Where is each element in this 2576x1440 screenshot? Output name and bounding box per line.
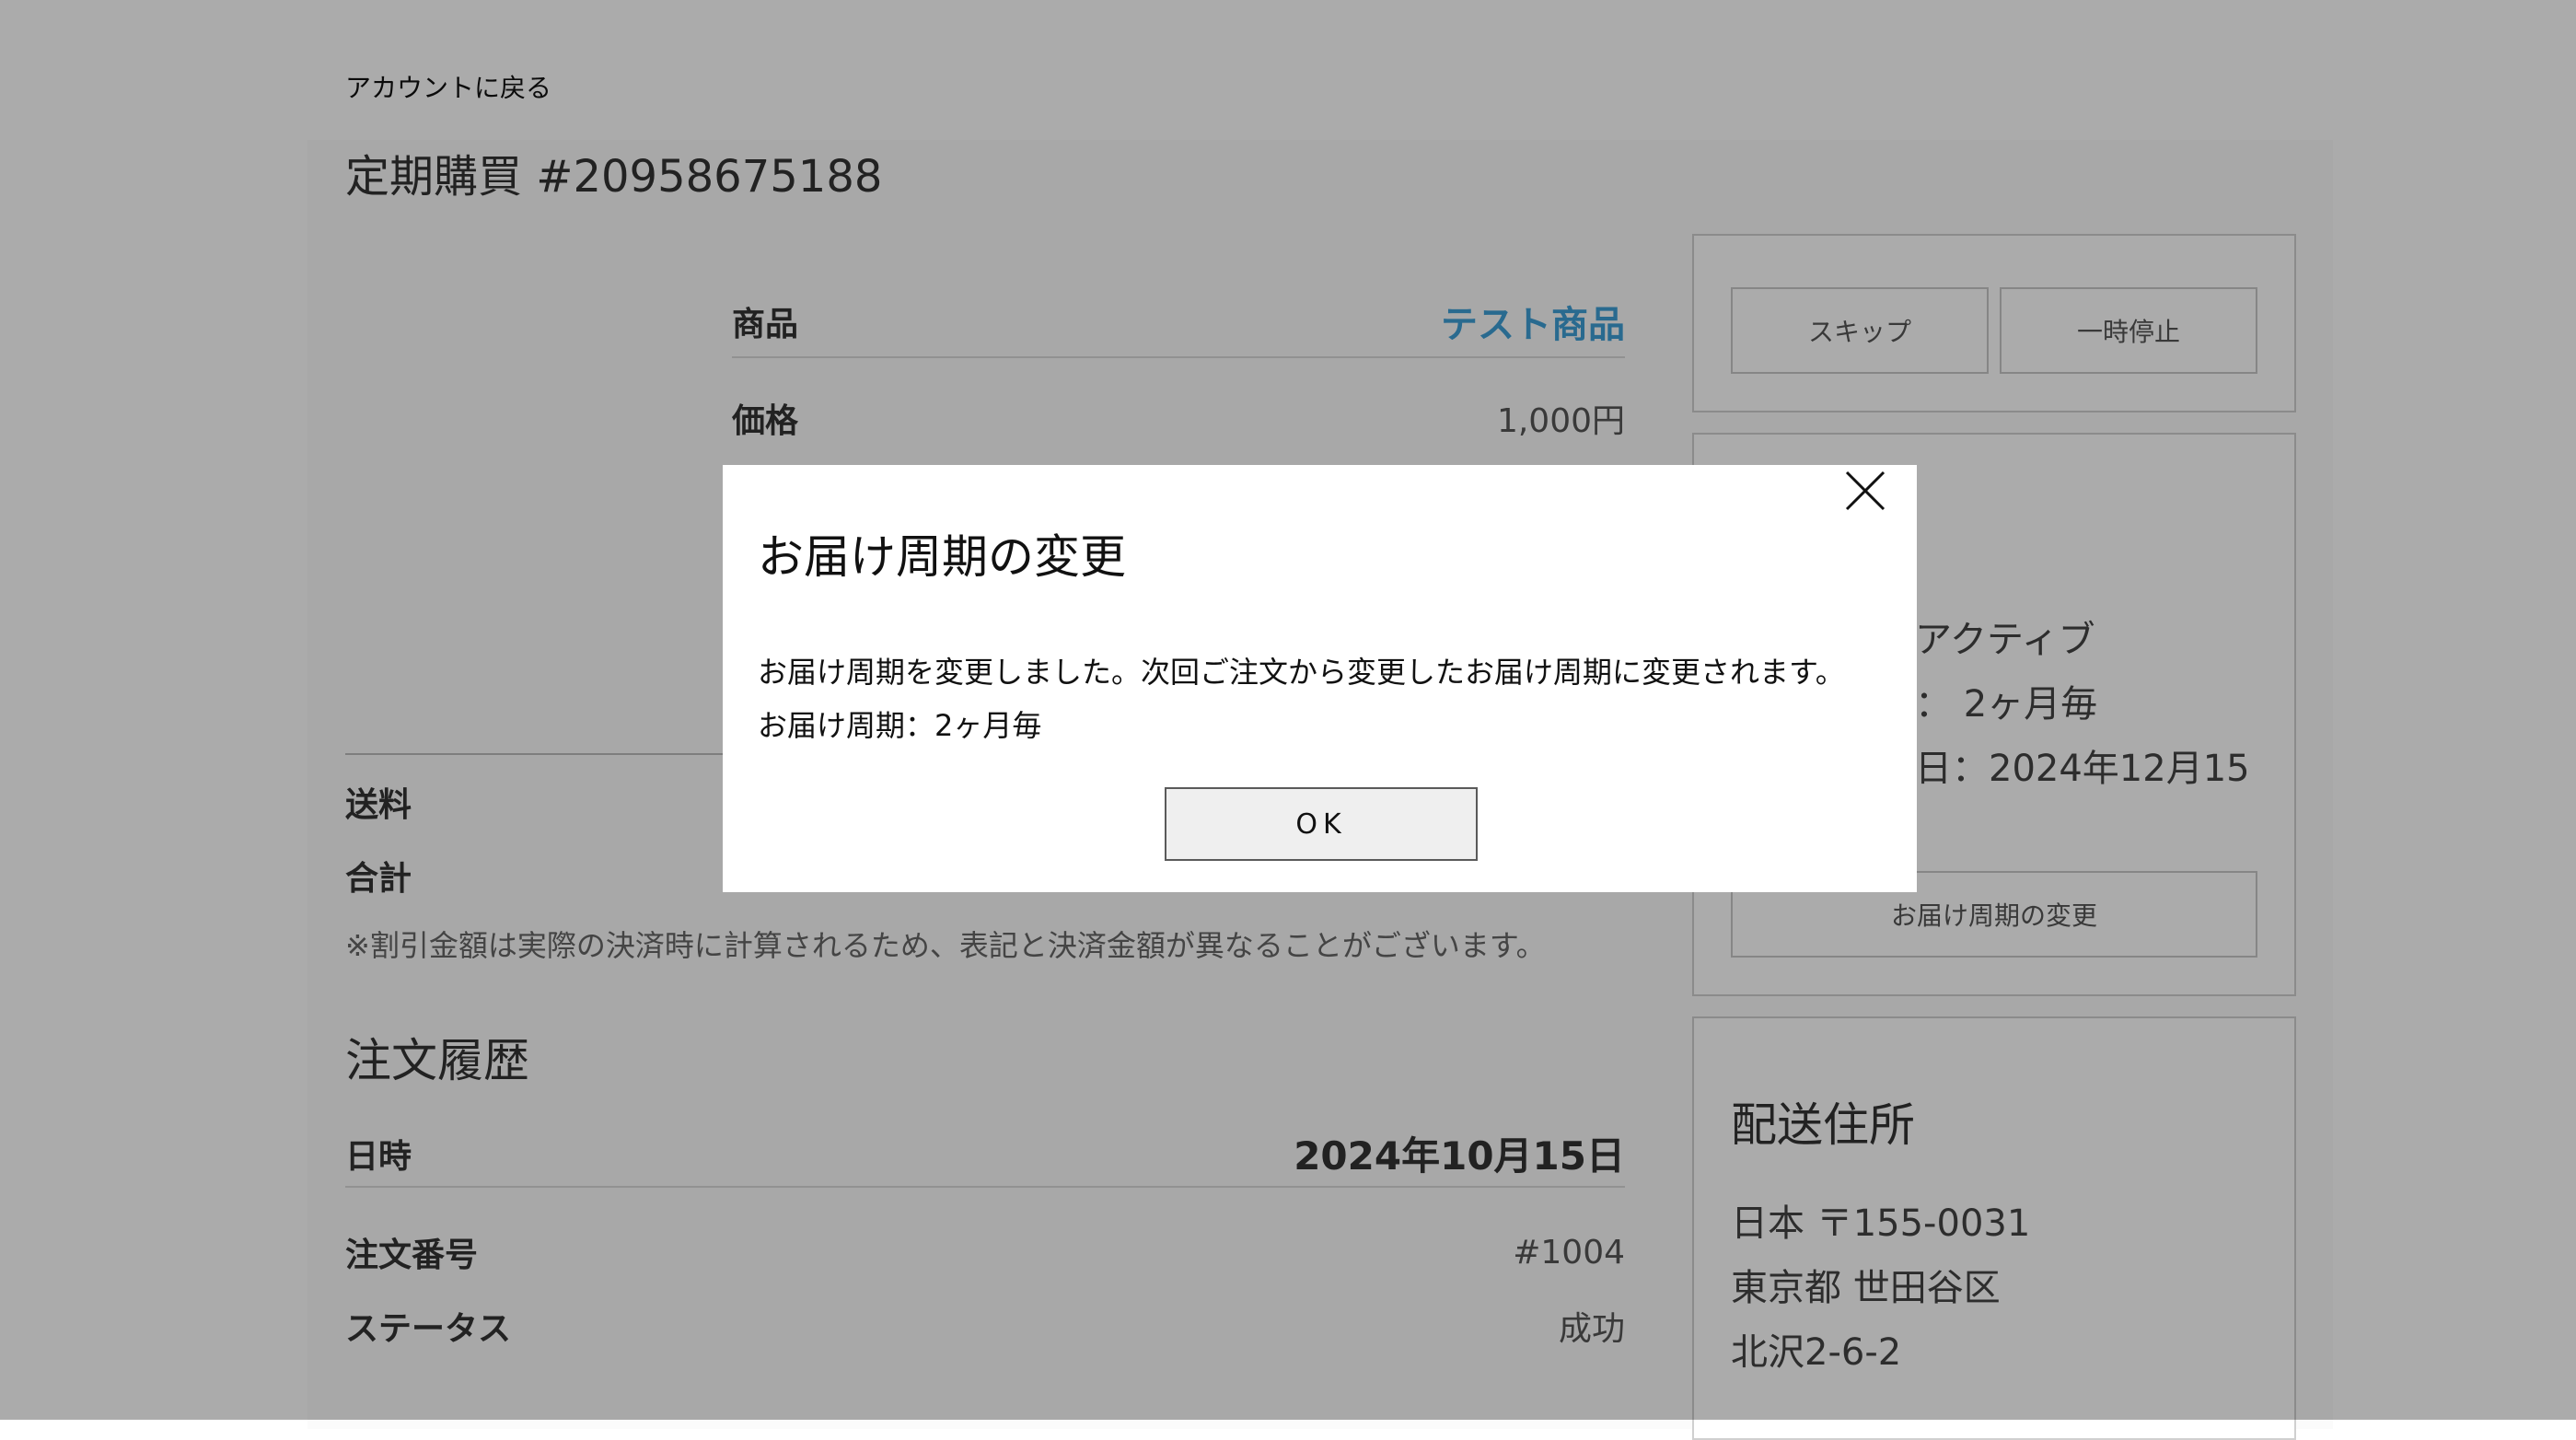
modal-title: お届け周期の変更 xyxy=(758,530,1126,584)
modal-cycle-line: お届け周期：2ヶ月毎 xyxy=(758,708,1042,743)
modal-message: お届け周期を変更しました。次回ご注文から変更したお届け周期に変更されます。 xyxy=(758,655,1845,690)
close-icon[interactable] xyxy=(1839,465,1891,517)
change-cycle-modal: お届け周期の変更 お届け周期を変更しました。次回ご注文から変更したお届け周期に変… xyxy=(723,465,1917,892)
ok-button[interactable]: OK xyxy=(1165,787,1478,861)
